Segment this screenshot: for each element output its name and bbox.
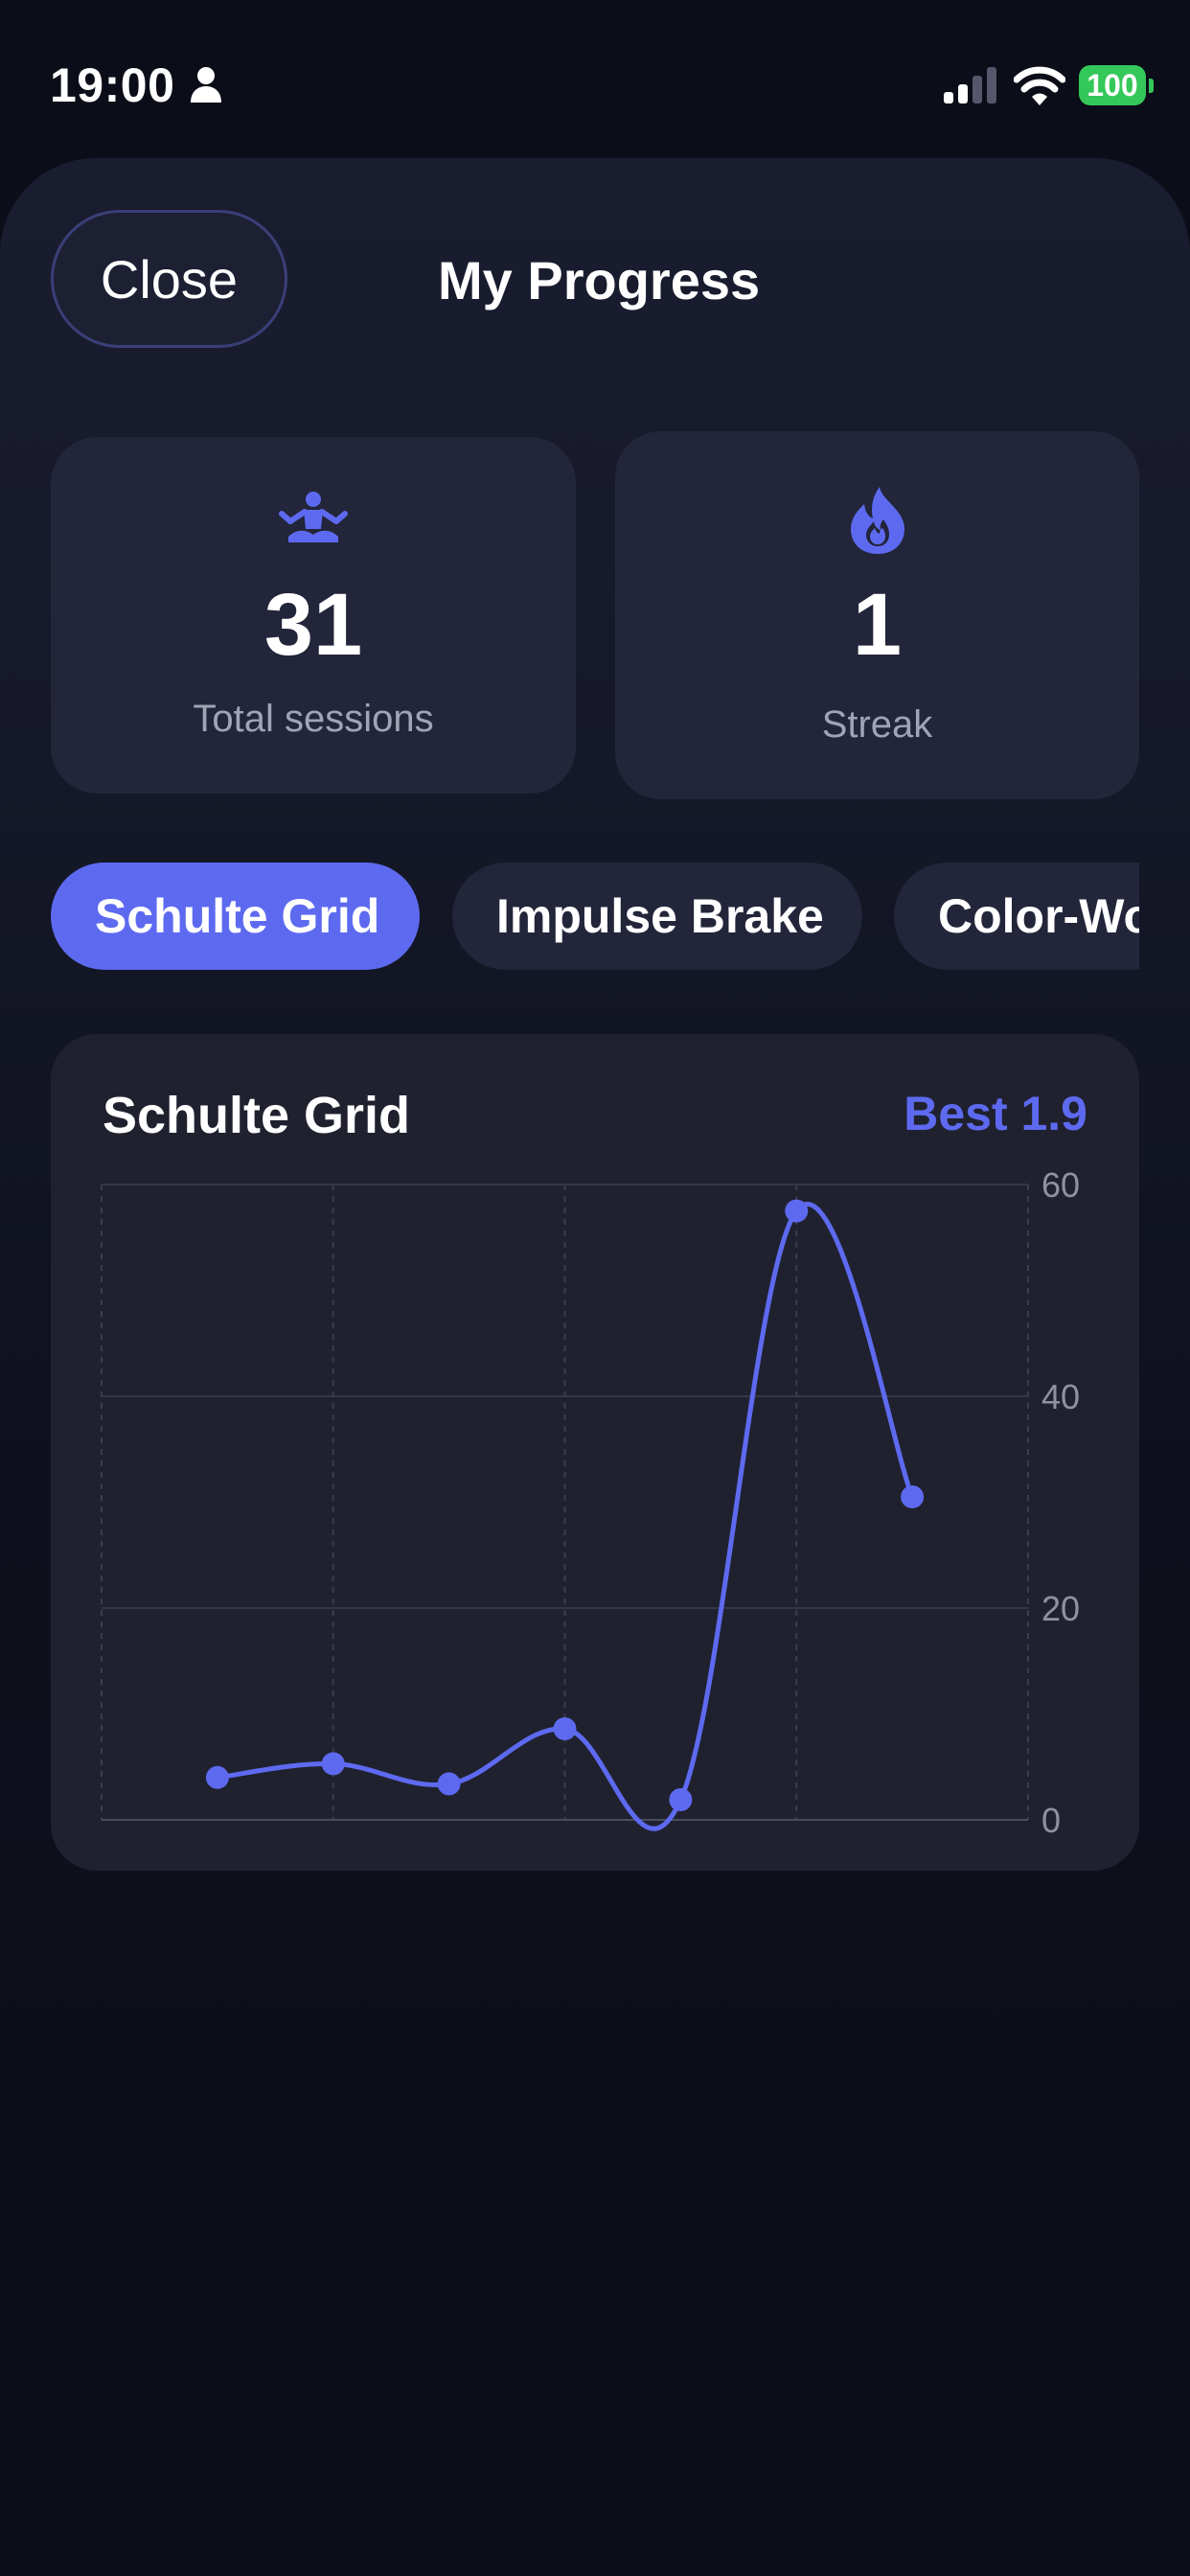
- line-chart: 0 20 40 60: [101, 1165, 1080, 1840]
- data-point: [205, 1765, 229, 1789]
- streak-value: 1: [852, 576, 903, 674]
- data-point: [321, 1752, 345, 1776]
- tab-impulse-brake[interactable]: Impulse Brake: [452, 862, 862, 970]
- person-icon: [191, 67, 221, 103]
- status-time: 19:00: [50, 58, 175, 112]
- data-point: [901, 1484, 925, 1508]
- meditation-icon: [279, 492, 348, 542]
- page-title: My Progress: [438, 250, 761, 310]
- signal-icon: [944, 67, 996, 104]
- total-sessions-value: 31: [263, 576, 363, 674]
- data-point: [553, 1716, 577, 1740]
- data-point: [669, 1788, 693, 1812]
- wifi-icon: [1014, 66, 1065, 105]
- battery-tip: [1149, 79, 1154, 93]
- y-tick-label: 0: [1041, 1801, 1061, 1840]
- tab-schulte-grid[interactable]: Schulte Grid: [51, 862, 420, 970]
- flame-icon: [851, 487, 904, 554]
- tab-color-word[interactable]: Color-Word: [894, 862, 1139, 970]
- data-point: [437, 1772, 461, 1796]
- data-point: [785, 1199, 809, 1223]
- y-tick-label: 60: [1041, 1165, 1080, 1205]
- y-tick-label: 20: [1041, 1589, 1080, 1628]
- status-bar: 19:00 100: [0, 0, 1190, 163]
- close-button[interactable]: Close: [51, 210, 287, 348]
- progress-chart-card: Schulte Grid Best 1.9 0 20 40 60: [51, 1034, 1139, 1871]
- exercise-tabs: Schulte Grid Impulse Brake Color-Word: [51, 862, 1139, 970]
- battery-icon: 100: [1079, 65, 1146, 105]
- y-tick-label: 40: [1041, 1377, 1080, 1416]
- total-sessions-card: 31 Total sessions: [51, 437, 576, 794]
- streak-label: Streak: [821, 703, 933, 746]
- streak-card: 1 Streak: [615, 431, 1139, 799]
- total-sessions-label: Total sessions: [193, 698, 434, 740]
